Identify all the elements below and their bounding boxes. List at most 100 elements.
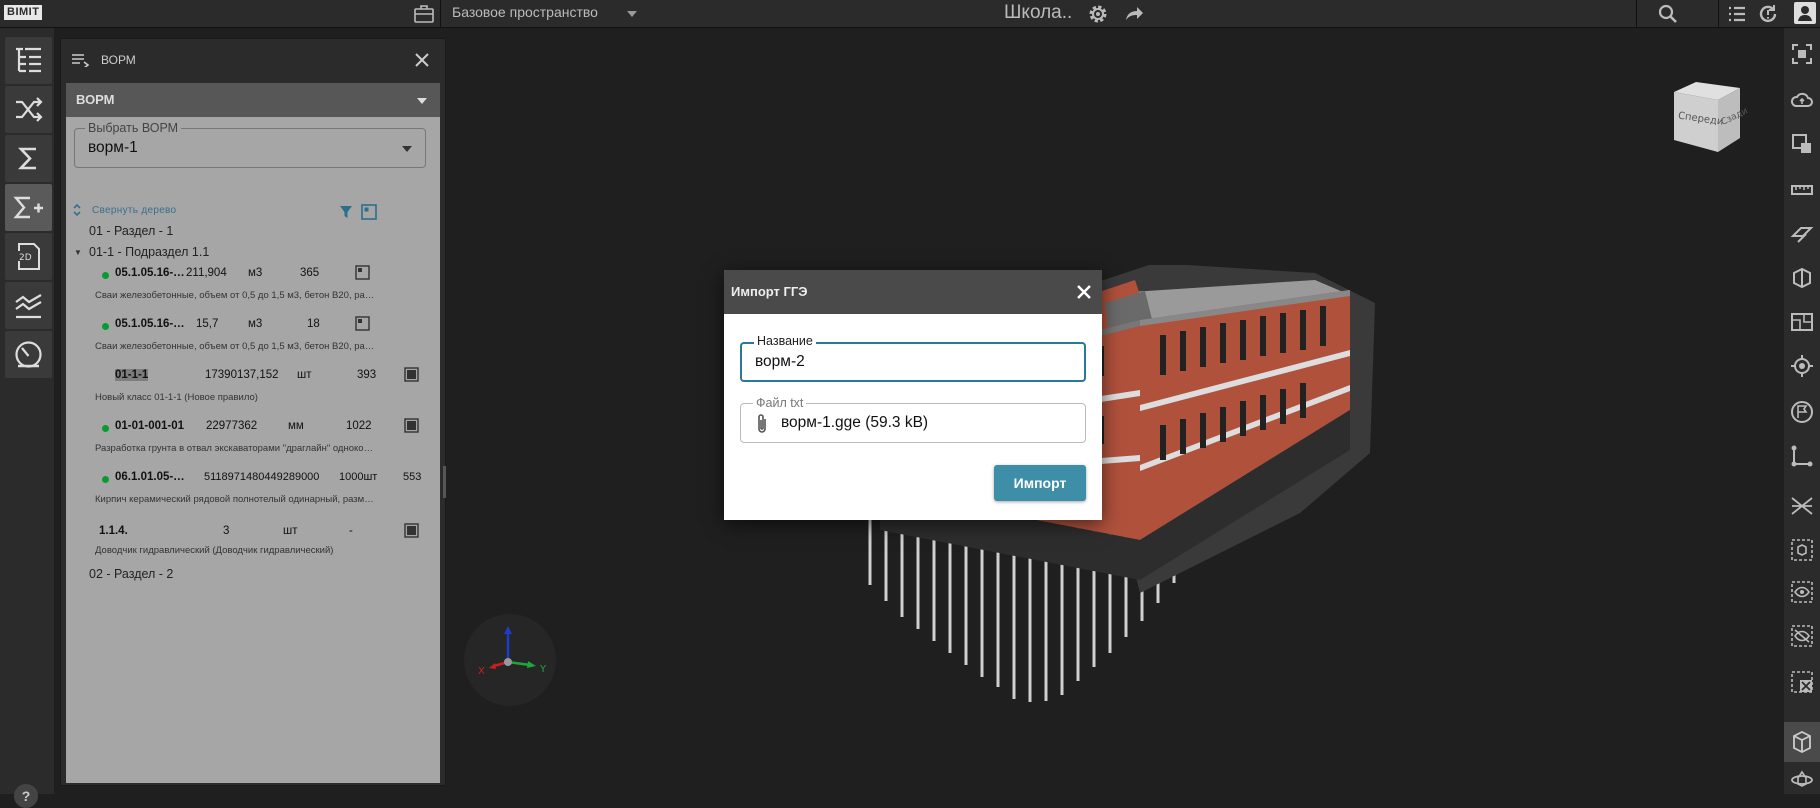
- row-code: 01-01-001-01: [115, 420, 185, 432]
- row-detail-icon[interactable]: [355, 316, 370, 331]
- paperclip-icon[interactable]: [755, 413, 769, 435]
- file-input-label: Файл txt: [753, 396, 807, 410]
- ruler-icon[interactable]: [1790, 178, 1814, 202]
- section-header[interactable]: ВОРМ: [66, 83, 440, 117]
- user-icon: [1798, 6, 1812, 21]
- file-input-value: ворм-1.gge (59.3 kB): [781, 414, 929, 431]
- row-unit: 1000шт: [339, 471, 378, 483]
- filter-icon[interactable]: [339, 205, 353, 219]
- gauge-button[interactable]: [5, 331, 52, 378]
- cube-view-icon: [1793, 730, 1811, 754]
- workspace-selector[interactable]: Базовое пространство: [452, 4, 598, 20]
- panel-resize-handle[interactable]: [443, 466, 446, 498]
- row-unit: м3: [248, 267, 263, 279]
- svg-text:2D: 2D: [19, 253, 32, 263]
- close-icon[interactable]: [1076, 284, 1092, 300]
- dialog-header: Импорт ГГЭ: [724, 270, 1102, 314]
- help-button[interactable]: ?: [14, 784, 38, 808]
- sigma-plus-icon: [13, 196, 43, 219]
- file-input[interactable]: Файл txt ворм-1.gge (59.3 kB): [740, 396, 1086, 443]
- name-input[interactable]: Название ворм-2: [740, 334, 1086, 382]
- toolbar-divider: [1636, 0, 1637, 28]
- drawing-2d-icon: 2D: [17, 243, 40, 270]
- user-account-button[interactable]: [1794, 2, 1816, 24]
- gear-icon[interactable]: [1086, 2, 1110, 26]
- close-icon[interactable]: [413, 51, 431, 69]
- panel-layout-icon[interactable]: [361, 204, 377, 220]
- briefcase-icon[interactable]: [413, 3, 435, 25]
- cube-view-button[interactable]: [1784, 722, 1820, 762]
- gauge-icon: [15, 341, 42, 368]
- vorm-select[interactable]: Выбрать ВОРМ ворм-1: [74, 121, 426, 168]
- list-icon[interactable]: [1726, 3, 1748, 25]
- isolate-box-icon[interactable]: [1790, 538, 1814, 562]
- vorm-select-label: Выбрать ВОРМ: [85, 121, 182, 135]
- row-unit: м3: [248, 318, 263, 330]
- right-toolbar: [1784, 28, 1820, 794]
- sync-alert-icon[interactable]: [1757, 3, 1779, 25]
- tree-subsection-1[interactable]: 01-1 - Подраздел 1.1: [89, 245, 209, 259]
- shuffle-icon: [16, 97, 43, 122]
- shuffle-button[interactable]: [5, 86, 52, 133]
- row-detail-icon[interactable]: [404, 367, 419, 382]
- measure-points-icon[interactable]: [1790, 444, 1814, 468]
- vorm-select-value: ворм-1: [88, 139, 138, 156]
- chevron-down-icon[interactable]: [626, 8, 638, 20]
- cross-section-icon[interactable]: [1790, 494, 1814, 518]
- import-gge-dialog: Импорт ГГЭ Название ворм-2 Файл txt ворм…: [724, 270, 1102, 520]
- row-detail-icon[interactable]: [404, 418, 419, 433]
- table-row[interactable]: 05.1.05.16-… 211,904 м3 365 Сваи железоб…: [66, 265, 440, 311]
- row-count: 1022: [346, 420, 372, 432]
- show-eye-icon[interactable]: [1790, 580, 1814, 604]
- row-quantity: 22977362: [206, 420, 258, 432]
- axis-x-label: X: [478, 666, 485, 677]
- search-icon[interactable]: [1656, 2, 1680, 26]
- bimit-logo: BIMIT: [4, 5, 43, 20]
- table-row[interactable]: 01-1-1 17390137,152 шт 393 Новый класс 0…: [66, 367, 440, 413]
- panel-body: ВОРМ Выбрать ВОРМ ворм-1 Свернуть дерево…: [66, 83, 440, 783]
- chart-lines-button[interactable]: [5, 282, 52, 329]
- clear-selection-icon[interactable]: [1790, 670, 1814, 694]
- tree-structure-button[interactable]: [5, 37, 52, 84]
- navigation-flag-icon[interactable]: [1790, 400, 1814, 424]
- expand-triangle-icon[interactable]: ▼: [74, 248, 82, 257]
- view-cube[interactable]: Спереди Сзади: [1668, 78, 1748, 158]
- import-button[interactable]: Импорт: [994, 465, 1086, 501]
- menu-list-icon[interactable]: [71, 53, 89, 67]
- locate-icon[interactable]: [1790, 354, 1814, 378]
- table-row[interactable]: 05.1.05.16-… 15,7 м3 18 Сваи железобетон…: [66, 316, 440, 362]
- orbit-icon[interactable]: [1790, 768, 1814, 792]
- collapse-tree-button[interactable]: Свернуть дерево: [92, 205, 176, 216]
- section-box-icon[interactable]: [1790, 266, 1814, 290]
- top-bar: BIMIT Базовое пространство Школа..: [0, 0, 1820, 28]
- sigma-plus-button[interactable]: [5, 184, 52, 231]
- caret-down-icon[interactable]: [416, 96, 428, 106]
- row-count: 393: [357, 369, 377, 381]
- axis-gizmo[interactable]: Y X: [462, 612, 558, 708]
- row-detail-icon[interactable]: [404, 523, 419, 538]
- row-code: 01-1-1: [115, 369, 149, 381]
- collapse-tree-icon[interactable]: [72, 203, 82, 217]
- toolbar-divider: [1718, 0, 1719, 28]
- selection-tool-icon[interactable]: [1790, 132, 1814, 156]
- cloud-sync-icon[interactable]: [1790, 88, 1814, 112]
- share-arrow-icon[interactable]: [1122, 3, 1144, 25]
- vorm-panel: ВОРМ ВОРМ Выбрать ВОРМ ворм-1 Свернуть д…: [60, 38, 446, 786]
- toolbar-divider: [440, 0, 441, 28]
- section-plane-icon[interactable]: [1790, 222, 1814, 246]
- name-input-value[interactable]: ворм-2: [755, 353, 805, 371]
- table-row[interactable]: 1.1.4. 3 шт - Доводчик гидравлический (Д…: [66, 523, 440, 569]
- sigma-icon: [17, 147, 36, 170]
- tree-structure-icon: [16, 47, 41, 73]
- drawing-2d-button[interactable]: 2D: [5, 233, 52, 280]
- hide-eye-icon[interactable]: [1790, 624, 1814, 648]
- table-row[interactable]: 06.1.01.05-… 5118971480449289000 1000шт …: [66, 471, 440, 515]
- table-row[interactable]: 01-01-001-01 22977362 мм 1022 Разработка…: [66, 418, 440, 464]
- row-detail-icon[interactable]: [355, 265, 370, 280]
- sigma-button[interactable]: [5, 135, 52, 182]
- tree-section-2[interactable]: 02 - Раздел - 2: [89, 567, 173, 581]
- tree-section-1[interactable]: 01 - Раздел - 1: [89, 224, 173, 238]
- floor-plan-icon[interactable]: [1790, 310, 1814, 334]
- row-code: 05.1.05.16-…: [115, 267, 185, 279]
- fit-view-icon[interactable]: [1790, 42, 1814, 66]
